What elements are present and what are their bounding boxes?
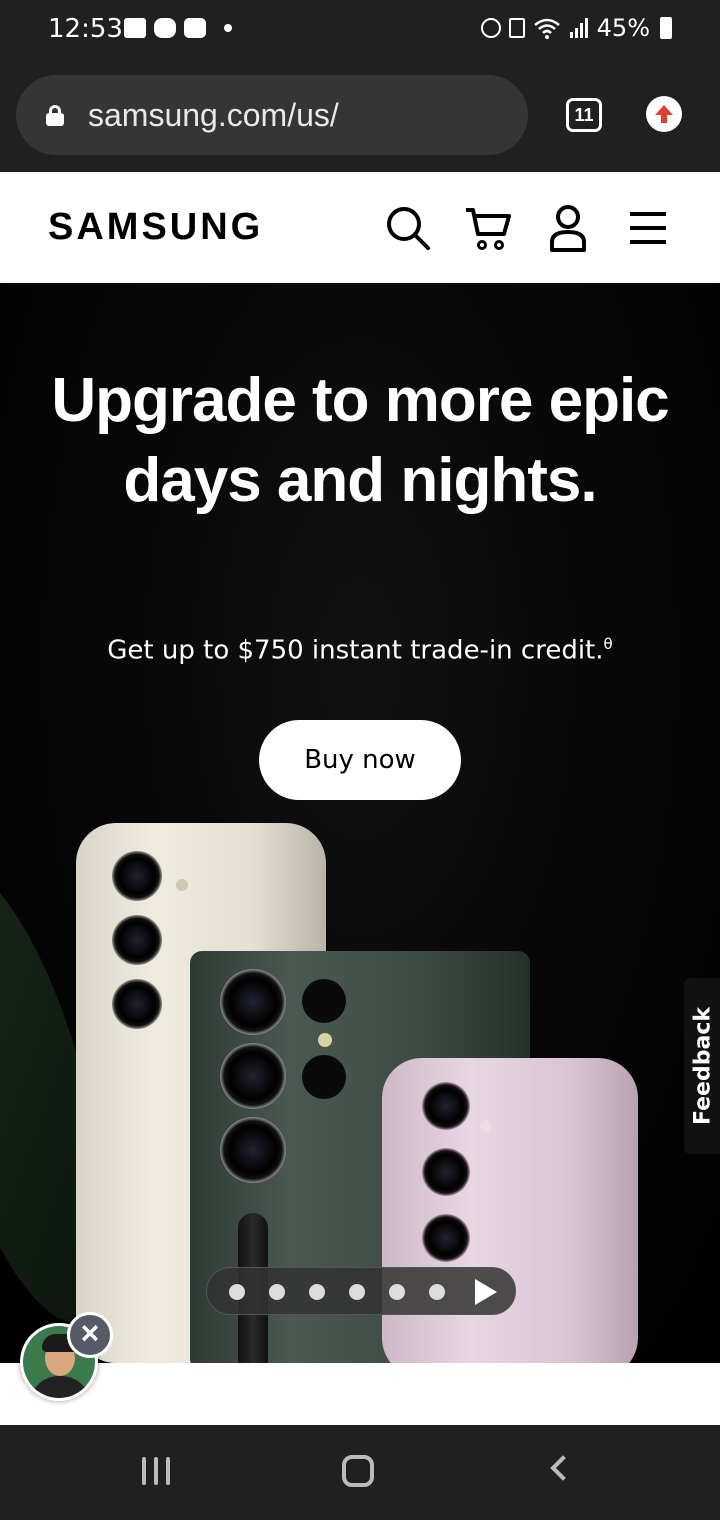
flash bbox=[480, 1120, 492, 1132]
feedback-label[interactable]: Feedback bbox=[691, 1007, 716, 1125]
camera-lens bbox=[302, 979, 346, 1023]
alarm-icon bbox=[480, 18, 501, 38]
youtube-icon bbox=[184, 18, 206, 38]
camera-lens bbox=[422, 1214, 470, 1262]
camera-lens bbox=[220, 969, 286, 1035]
recent-apps-icon[interactable] bbox=[142, 1457, 172, 1485]
lock-icon[interactable] bbox=[46, 105, 64, 126]
tab-switcher-button[interactable]: 11 bbox=[566, 98, 602, 132]
close-icon[interactable]: × bbox=[67, 1312, 113, 1358]
carousel-dot[interactable] bbox=[349, 1284, 365, 1300]
address-bar[interactable]: samsung.com/us/ bbox=[16, 75, 528, 155]
browser-toolbar: samsung.com/us/ 11 bbox=[0, 60, 720, 172]
camera-lens bbox=[220, 1043, 286, 1109]
camera-lens bbox=[422, 1082, 470, 1130]
system-nav-bar bbox=[0, 1425, 720, 1520]
samsung-logo[interactable]: SAMSUNG bbox=[48, 206, 263, 249]
gallery-icon bbox=[124, 18, 146, 38]
carousel-dot[interactable] bbox=[229, 1284, 245, 1300]
search-icon[interactable] bbox=[384, 204, 432, 252]
battery-percent: 45% bbox=[596, 14, 650, 42]
discord-icon bbox=[154, 18, 176, 38]
play-icon[interactable] bbox=[475, 1279, 497, 1305]
buy-now-button[interactable]: Buy now bbox=[259, 720, 461, 800]
menu-icon[interactable] bbox=[624, 204, 672, 252]
screen: 12:53 45% samsung.com/us/ 11 SAMSUNG Upg… bbox=[0, 0, 720, 1520]
more-notifications-icon bbox=[224, 24, 232, 32]
camera-lens bbox=[220, 1117, 286, 1183]
page-content-strip bbox=[0, 1363, 720, 1425]
back-icon[interactable] bbox=[550, 1455, 576, 1481]
status-bar: 12:53 45% bbox=[0, 0, 720, 60]
camera-lens bbox=[112, 851, 162, 901]
site-header: SAMSUNG bbox=[0, 172, 720, 283]
camera-lens bbox=[112, 979, 162, 1029]
flash bbox=[176, 879, 188, 891]
system-status: 45% bbox=[480, 14, 672, 42]
url-text[interactable]: samsung.com/us/ bbox=[88, 97, 339, 134]
cart-icon[interactable] bbox=[464, 204, 512, 252]
hero-subtitle-footnote[interactable]: θ bbox=[604, 635, 613, 653]
flash bbox=[318, 1033, 332, 1047]
carousel-dot[interactable] bbox=[269, 1284, 285, 1300]
mute-icon bbox=[508, 18, 525, 38]
battery-icon bbox=[660, 17, 672, 39]
account-icon[interactable] bbox=[544, 204, 592, 252]
wifi-icon bbox=[533, 18, 560, 39]
carousel-dot[interactable] bbox=[429, 1284, 445, 1300]
extension-button[interactable] bbox=[646, 96, 682, 132]
carousel-dot[interactable] bbox=[309, 1284, 325, 1300]
upload-arrow-icon bbox=[655, 105, 673, 123]
camera-lens bbox=[422, 1148, 470, 1196]
notification-icons bbox=[124, 18, 232, 38]
galaxy-s23-lavender-image bbox=[382, 1058, 638, 1363]
hero-subtitle: Get up to $750 instant trade-in credit.θ bbox=[40, 635, 680, 666]
hero-banner: Upgrade to more epic days and nights. Ge… bbox=[0, 283, 720, 1363]
status-time: 12:53 bbox=[48, 14, 123, 44]
carousel-controls bbox=[206, 1267, 516, 1315]
camera-lens bbox=[112, 915, 162, 965]
signal-icon bbox=[569, 18, 588, 38]
carousel-dot[interactable] bbox=[389, 1284, 405, 1300]
camera-lens bbox=[302, 1055, 346, 1099]
hero-subtitle-text: Get up to $750 instant trade-in credit. bbox=[107, 635, 604, 666]
hero-title: Upgrade to more epic days and nights. bbox=[51, 366, 669, 515]
home-icon[interactable] bbox=[342, 1455, 374, 1487]
